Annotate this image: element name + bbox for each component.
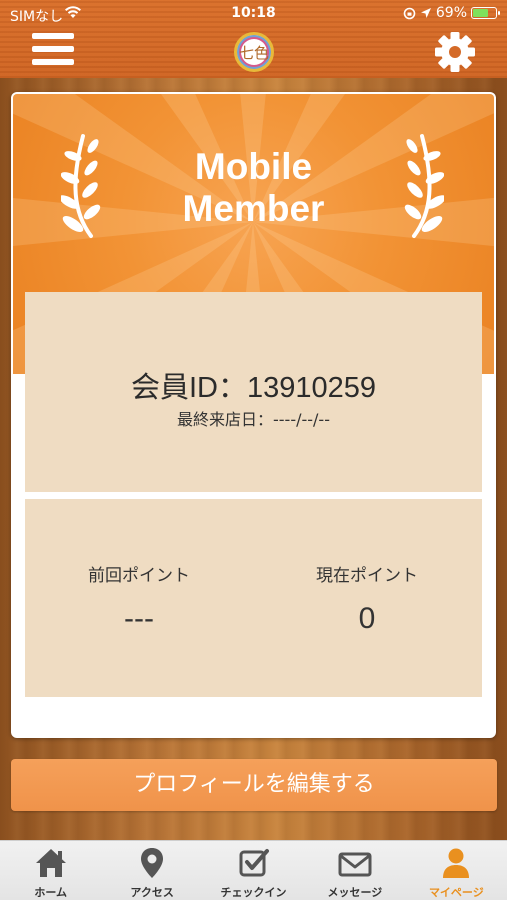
location-arrow-icon xyxy=(420,8,431,18)
points-panel: 前回ポイント --- 現在ポイント 0 xyxy=(25,499,482,697)
gear-icon[interactable] xyxy=(433,30,477,74)
tab-access[interactable]: アクセス xyxy=(101,841,202,900)
current-points: 現在ポイント 0 xyxy=(253,561,481,636)
banner-title-line1: Mobile xyxy=(194,146,313,187)
envelope-icon xyxy=(338,852,372,877)
tab-messages[interactable]: メッセージ xyxy=(304,841,405,900)
logo-text: 七色 xyxy=(238,43,269,62)
map-pin-icon xyxy=(141,848,164,878)
member-id: 会員ID：13910259 xyxy=(130,372,377,404)
current-points-value: 0 xyxy=(358,602,376,635)
home-icon xyxy=(35,849,66,877)
tab-mypage-label: マイページ xyxy=(428,886,484,899)
tab-messages-label: メッセージ xyxy=(327,886,383,899)
tab-checkin-label: チェックイン xyxy=(220,886,287,899)
hamburger-menu-icon[interactable] xyxy=(32,33,74,69)
battery-percent: 69% xyxy=(435,5,467,21)
checkbox-icon xyxy=(239,849,269,877)
battery-icon xyxy=(471,7,500,19)
status-bar: SIMなし 10:18 69% xyxy=(0,0,507,28)
tab-mypage[interactable]: マイページ xyxy=(406,841,507,900)
previous-points: 前回ポイント --- xyxy=(25,561,253,636)
last-visit-date: 最終来店日：----/--/-- xyxy=(177,410,330,429)
previous-points-label: 前回ポイント xyxy=(88,566,190,586)
person-icon xyxy=(443,848,470,878)
tab-home[interactable]: ホーム xyxy=(0,841,101,900)
member-card: Mobile Member 会員ID：13910259 最終来店日：----/-… xyxy=(11,92,496,738)
banner-title: Mobile Member xyxy=(13,146,494,230)
tab-checkin[interactable]: チェックイン xyxy=(203,841,304,900)
tab-access-label: アクセス xyxy=(130,886,174,899)
edit-profile-button[interactable]: プロフィールを編集する xyxy=(11,759,497,811)
previous-points-value: --- xyxy=(124,602,154,635)
app-logo: 七色 xyxy=(234,32,274,72)
banner-title-line2: Member xyxy=(182,188,325,229)
current-points-label: 現在ポイント xyxy=(316,566,418,586)
battery-level xyxy=(473,9,489,17)
tab-bar: ホーム アクセス チェックイン メッセージ マイページ xyxy=(0,840,507,900)
member-id-panel: 会員ID：13910259 最終来店日：----/--/-- xyxy=(25,292,482,492)
status-right: 69% xyxy=(403,5,500,21)
app-header: SIMなし 10:18 69% 七色 xyxy=(0,0,507,78)
rotation-lock-icon xyxy=(403,7,416,19)
tab-home-label: ホーム xyxy=(34,886,68,899)
